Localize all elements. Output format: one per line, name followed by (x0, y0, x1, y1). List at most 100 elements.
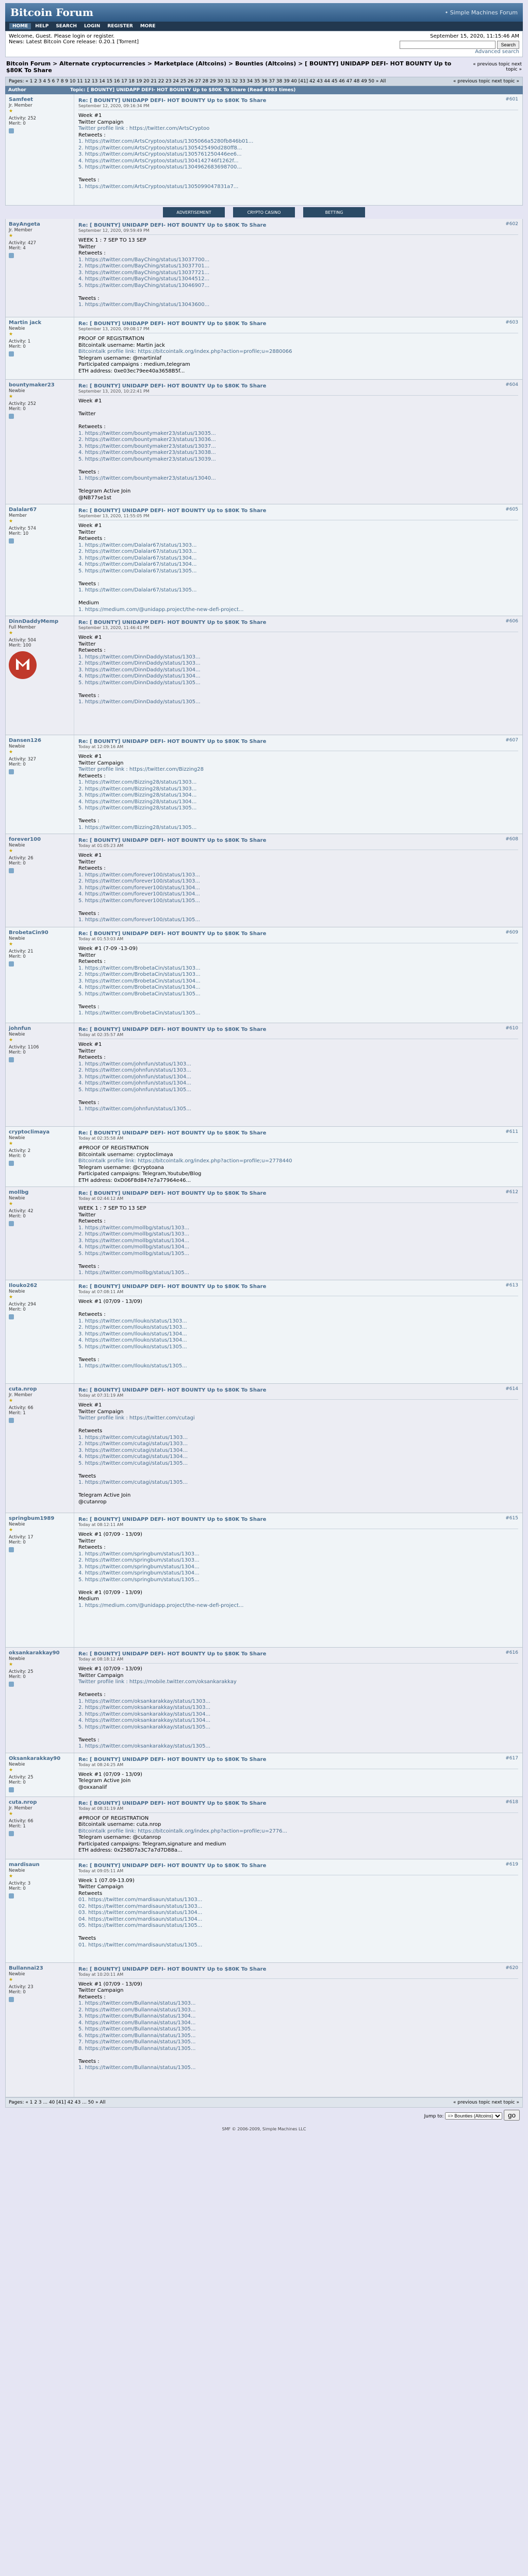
profile-icon[interactable] (9, 351, 14, 357)
post-subject[interactable]: Re: [ BOUNTY] UNIDAPP DEFI- HOT BOUNTY U… (78, 1130, 266, 1136)
profile-icon[interactable] (9, 1418, 14, 1423)
post-link[interactable]: 1. https://twitter.com/bountymaker23/sta… (78, 476, 518, 482)
post-link[interactable]: 1. https://twitter.com/ArtsCryptoo/statu… (78, 184, 518, 191)
post-link[interactable]: 1. https://twitter.com/Dalalar67/status/… (78, 587, 518, 594)
post-link[interactable]: 2. https://twitter.com/springbum/status/… (78, 1557, 518, 1564)
post-link[interactable]: 1. https://twitter.com/BrobetaCin/status… (78, 1010, 518, 1017)
profile-icon[interactable] (9, 1831, 14, 1836)
post-link[interactable]: 3. https://twitter.com/BrobetaCin/status… (78, 978, 518, 985)
post-link[interactable]: 2. https://twitter.com/cutagi/status/130… (78, 1441, 518, 1448)
ad-banner[interactable]: BETTING (303, 207, 365, 217)
post-link[interactable]: 2. https://twitter.com/BayChing/status/1… (78, 263, 518, 270)
post-link[interactable]: 1. https://twitter.com/DinnDaddy/status/… (78, 699, 518, 706)
post-link[interactable]: 1. https://medium.com/@unidapp.project/t… (78, 1603, 518, 1609)
profile-icon[interactable] (9, 1893, 14, 1899)
post-subject[interactable]: Re: [ BOUNTY] UNIDAPP DEFI- HOT BOUNTY U… (78, 1651, 266, 1657)
post-link[interactable]: 3. https://twitter.com/Bullannai/status/… (78, 2013, 518, 2020)
post-link[interactable]: 5. https://twitter.com/cutagi/status/130… (78, 1461, 518, 1467)
profile-icon[interactable] (9, 1996, 14, 2002)
post-link[interactable]: 1. https://twitter.com/Ilouko/status/130… (78, 1363, 518, 1370)
post-link[interactable]: 3. https://twitter.com/Dalalar67/status/… (78, 555, 518, 562)
poster-name[interactable]: Bullannai23 (9, 1965, 71, 1971)
poster-name[interactable]: Oksankarakkay90 (9, 1756, 71, 1761)
profile-icon[interactable] (9, 1314, 14, 1319)
post-link[interactable]: 2. https://twitter.com/BrobetaCin/status… (78, 972, 518, 978)
post-subject[interactable]: Re: [ BOUNTY] UNIDAPP DEFI- HOT BOUNTY U… (78, 1027, 266, 1032)
post-link[interactable]: Twitter profile link : https://twitter.c… (78, 126, 518, 132)
poster-name[interactable]: BrobetaCin90 (9, 930, 71, 936)
post-link[interactable]: 2. https://twitter.com/ArtsCryptoo/statu… (78, 145, 518, 152)
poster-name[interactable]: johnfun (9, 1026, 71, 1031)
post-link[interactable]: Bitcointalk profile link: https://bitcoi… (78, 1828, 518, 1835)
poster-name[interactable]: mollbg (9, 1190, 71, 1195)
post-number[interactable]: #610 (505, 1026, 518, 1031)
ad-banner[interactable]: ADVERTISEMENT (163, 207, 225, 217)
post-number[interactable]: #618 (505, 1800, 518, 1805)
post-link[interactable]: 3. https://twitter.com/johnfun/status/13… (78, 1074, 518, 1081)
poster-name[interactable]: DinnDaddyMemp (9, 619, 71, 624)
post-number[interactable]: #612 (505, 1190, 518, 1195)
post-link[interactable]: 2. https://twitter.com/Bizzing28/status/… (78, 786, 518, 793)
poster-name[interactable]: cuta.nrop (9, 1800, 71, 1805)
post-subject[interactable]: Re: [ BOUNTY] UNIDAPP DEFI- HOT BOUNTY U… (78, 931, 266, 937)
post-link[interactable]: 5. https://twitter.com/Ilouko/status/130… (78, 1344, 518, 1351)
post-link[interactable]: 3. https://twitter.com/mollbg/status/130… (78, 1238, 518, 1245)
post-link[interactable]: 5. https://twitter.com/springbum/status/… (78, 1577, 518, 1584)
post-number[interactable]: #601 (505, 97, 518, 102)
post-link[interactable]: 5. https://twitter.com/mollbg/status/130… (78, 1251, 518, 1258)
profile-icon[interactable] (9, 1682, 14, 1687)
post-link[interactable]: 2. https://twitter.com/johnfun/status/13… (78, 1067, 518, 1074)
post-link[interactable]: 4. https://twitter.com/bountymaker23/sta… (78, 450, 518, 456)
post-link[interactable]: 4. https://twitter.com/BrobetaCin/status… (78, 985, 518, 991)
profile-icon[interactable] (9, 128, 14, 133)
menu-item-register[interactable]: REGISTER (104, 23, 136, 29)
post-link[interactable]: 4. https://twitter.com/BayChing/status/1… (78, 276, 518, 283)
poster-name[interactable]: cuta.nrop (9, 1386, 71, 1392)
post-link[interactable]: 1. https://twitter.com/Bullannai/status/… (78, 2065, 518, 2072)
post-link[interactable]: 4. https://twitter.com/ArtsCryptoo/statu… (78, 158, 518, 165)
post-link[interactable]: 7. https://twitter.com/Bullannai/status/… (78, 2039, 518, 2046)
post-link[interactable]: 1. https://medium.com/@unidapp.project/t… (78, 607, 518, 614)
post-number[interactable]: #604 (505, 382, 518, 387)
post-link[interactable]: 1. https://twitter.com/cutagi/status/130… (78, 1435, 518, 1442)
post-link[interactable]: 8. https://twitter.com/Bullannai/status/… (78, 2046, 518, 2053)
post-link[interactable]: 1. https://twitter.com/mollbg/status/130… (78, 1270, 518, 1277)
page-links[interactable]: Pages: « 1 2 3 4 5 6 7 8 9 10 11 12 13 1… (9, 79, 386, 84)
post-link[interactable]: 4. https://twitter.com/forever100/status… (78, 891, 518, 898)
breadcrumb[interactable]: Bitcoin Forum > Alternate cryptocurrenci… (6, 60, 461, 74)
post-link[interactable]: 1. https://twitter.com/Dalalar67/status/… (78, 543, 518, 549)
post-link[interactable]: 4. https://twitter.com/johnfun/status/13… (78, 1080, 518, 1087)
profile-icon[interactable] (9, 253, 14, 258)
post-subject[interactable]: Re: [ BOUNTY] UNIDAPP DEFI- HOT BOUNTY U… (78, 620, 266, 625)
post-link[interactable]: 3. https://twitter.com/bountymaker23/sta… (78, 444, 518, 450)
post-link[interactable]: 1. https://twitter.com/johnfun/status/13… (78, 1106, 518, 1113)
profile-icon[interactable] (9, 538, 14, 544)
menu-item-search[interactable]: SEARCH (53, 23, 80, 29)
poster-name[interactable]: Dansen126 (9, 738, 71, 743)
post-link[interactable]: 4. https://twitter.com/Bizzing28/status/… (78, 799, 518, 806)
post-link[interactable]: 3. https://twitter.com/Bizzing28/status/… (78, 792, 518, 799)
post-number[interactable]: #615 (505, 1516, 518, 1521)
post-number[interactable]: #603 (505, 320, 518, 325)
post-link[interactable]: 2. https://twitter.com/Ilouko/status/130… (78, 1325, 518, 1331)
post-link[interactable]: 1. https://twitter.com/mollbg/status/130… (78, 1225, 518, 1232)
post-link[interactable]: 4. https://twitter.com/DinnDaddy/status/… (78, 673, 518, 680)
post-subject[interactable]: Re: [ BOUNTY] UNIDAPP DEFI- HOT BOUNTY U… (78, 1801, 266, 1806)
post-subject[interactable]: Re: [ BOUNTY] UNIDAPP DEFI- HOT BOUNTY U… (78, 1517, 266, 1522)
poster-name[interactable]: Martin jack (9, 320, 71, 326)
post-link[interactable]: 6. https://twitter.com/Bullannai/status/… (78, 2033, 518, 2040)
post-subject[interactable]: Re: [ BOUNTY] UNIDAPP DEFI- HOT BOUNTY U… (78, 1387, 266, 1393)
jump-go-button[interactable]: go (504, 2109, 520, 2121)
post-subject[interactable]: Re: [ BOUNTY] UNIDAPP DEFI- HOT BOUNTY U… (78, 98, 266, 104)
post-number[interactable]: #619 (505, 1862, 518, 1867)
post-link[interactable]: 2. https://twitter.com/Bullannai/status/… (78, 2007, 518, 2014)
post-number[interactable]: #617 (505, 1756, 518, 1761)
post-number[interactable]: #616 (505, 1650, 518, 1655)
poster-name[interactable]: mardisaun (9, 1862, 71, 1868)
post-link[interactable]: 02. https://twitter.com/mardisaun/status… (78, 1904, 518, 1910)
post-link[interactable]: Bitcointalk profile link: https://bitcoi… (78, 349, 518, 355)
post-link[interactable]: 1. https://twitter.com/ArtsCryptoo/statu… (78, 139, 518, 145)
topic-nav-links[interactable]: « previous topic next topic » (461, 62, 522, 72)
menu-item-more[interactable]: MORE (137, 23, 159, 29)
post-link[interactable]: 03. https://twitter.com/mardisaun/status… (78, 1910, 518, 1917)
